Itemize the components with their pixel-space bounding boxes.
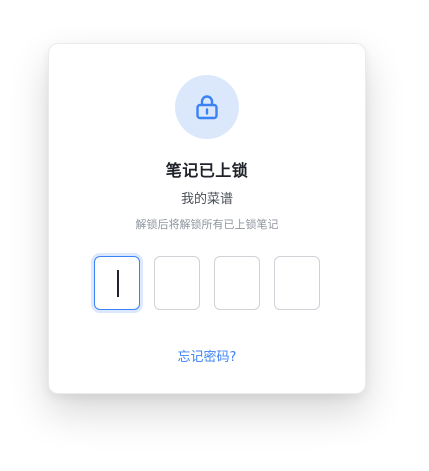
- pin-digit-1[interactable]: [94, 256, 140, 310]
- lock-title: 笔记已上锁: [165, 161, 249, 180]
- lock-icon: [196, 95, 218, 120]
- pin-digit-3[interactable]: [214, 256, 260, 310]
- pin-digit-2[interactable]: [154, 256, 200, 310]
- lock-icon-badge: [175, 75, 239, 139]
- forgot-password-link[interactable]: 忘记密码?: [49, 346, 365, 365]
- lock-card: 笔记已上锁 我的菜谱 解锁后将解锁所有已上锁笔记 忘记密码?: [48, 43, 366, 394]
- text-caret: [117, 270, 119, 297]
- unlock-hint: 解锁后将解锁所有已上锁笔记: [135, 218, 279, 231]
- note-name: 我的菜谱: [180, 192, 233, 207]
- pin-input-group: [94, 256, 322, 312]
- pin-digit-4[interactable]: [274, 256, 320, 310]
